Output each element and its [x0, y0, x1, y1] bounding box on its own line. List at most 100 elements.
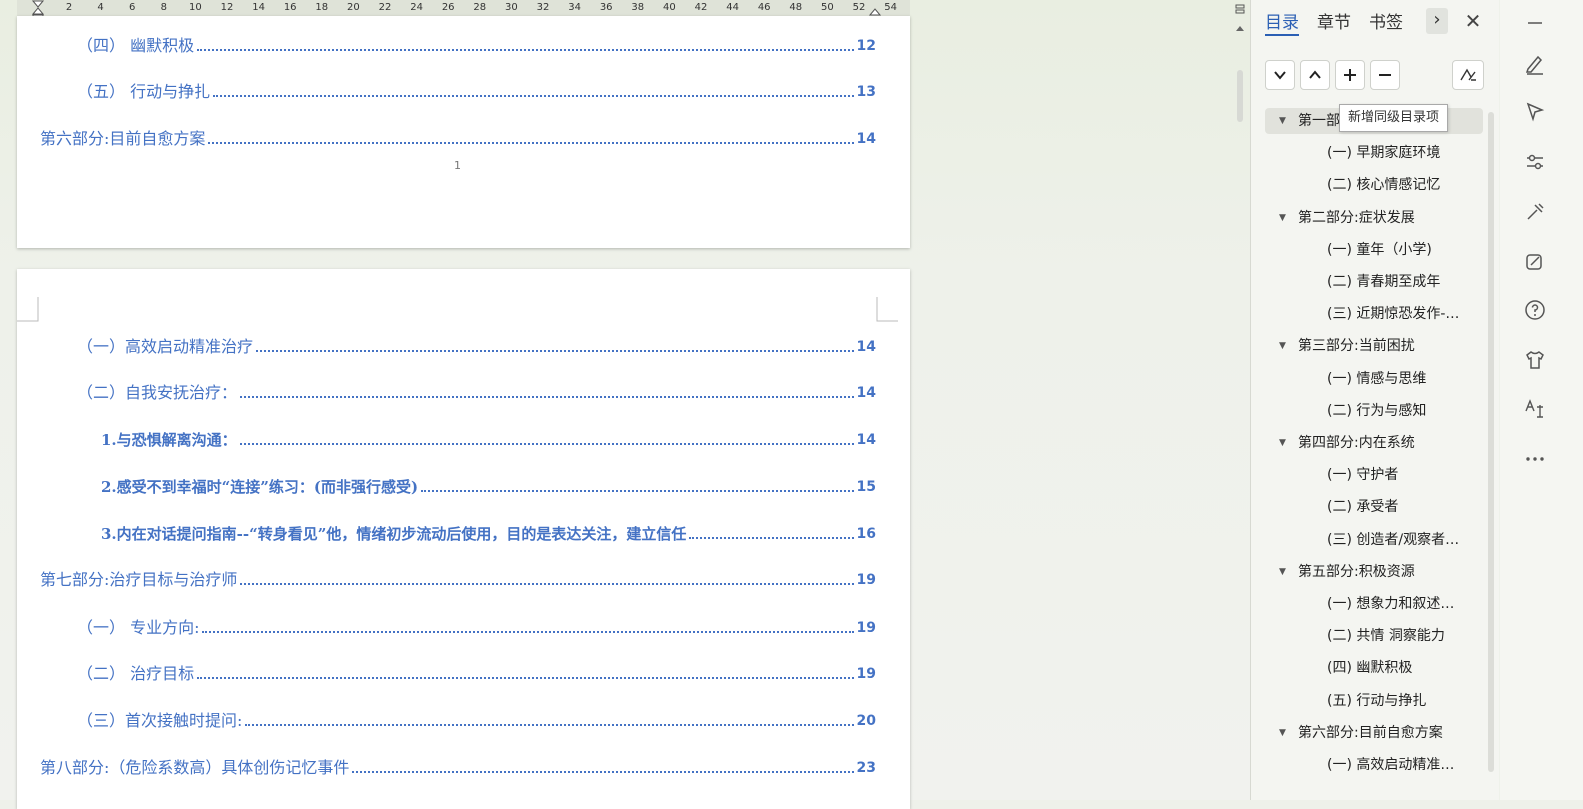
document-page-1[interactable]: （四） 幽默积极 12 （五） 行动与挣扎 13 第六部分:目前自愈方案 14 1: [17, 16, 910, 248]
toc-tree-section[interactable]: ▼ 第三部分:当前困扰: [1265, 333, 1483, 359]
toc-tree-label: (二) 共情 洞察能力: [1327, 628, 1445, 645]
help-icon[interactable]: [1523, 298, 1547, 322]
toc-entry[interactable]: （二） 治疗目标 19: [77, 664, 876, 684]
toc-tree-item[interactable]: (一) 早期家庭环境: [1265, 140, 1483, 166]
toc-leader-dots: [245, 724, 854, 726]
tab-chapters[interactable]: 章节: [1317, 8, 1351, 36]
toc-tree-label: (四) 幽默积极: [1327, 660, 1413, 677]
toc-entry[interactable]: （一） 专业方向: 19: [77, 618, 876, 638]
toc-tree-label: (一) 早期家庭环境: [1327, 145, 1441, 162]
remove-item-button[interactable]: [1370, 60, 1400, 90]
toc-entry[interactable]: （五） 行动与挣扎 13: [77, 82, 876, 102]
ruler-tick: 14: [252, 2, 265, 13]
toc-tree-label: (二) 青春期至成年: [1327, 274, 1441, 290]
toc-tree-item[interactable]: (一) 守护者: [1265, 462, 1483, 488]
tshirt-icon[interactable]: [1523, 348, 1547, 372]
document-scrollbar[interactable]: [1232, 0, 1248, 800]
toc-tree-label: (二) 承受者: [1327, 499, 1399, 516]
ruler-tick: 16: [283, 2, 297, 13]
toc-entry[interactable]: 第八部分:（危险系数高）具体创伤记忆事件 23: [40, 758, 876, 778]
tab-bookmarks[interactable]: 书签: [1369, 8, 1403, 36]
document-page-2[interactable]: （一）高效启动精准治疗 14 （二）自我安抚治疗： 14 1.与恐惧解离沟通： 14 2.感…: [17, 269, 910, 809]
toc-entry-page: 19: [856, 666, 876, 682]
toc-tree-item[interactable]: (一) 高效启动精准…: [1265, 752, 1483, 778]
toc-tree-section[interactable]: ▼ 第四部分:内在系统: [1265, 430, 1483, 456]
horizontal-ruler[interactable]: 2 4 6 8 10 12 14 16 18 20 22 24 26 28 30 32 34 36 38 40 42 44…: [17, 0, 910, 26]
indent-marker-left[interactable]: [32, 0, 44, 26]
toc-entry[interactable]: （三）首次接触时提问: 20: [77, 711, 876, 731]
toc-tree-section[interactable]: ▼ 第六部分:目前自愈方案: [1265, 720, 1483, 746]
toc-leader-dots: [213, 95, 854, 97]
toc-tree-label: 第二部分:症状发展: [1298, 209, 1415, 226]
toc-entry-text: （一） 专业方向:: [77, 618, 200, 637]
ruler-tick: 2: [65, 2, 73, 13]
collapse-arrow-icon[interactable]: ▼: [1279, 559, 1286, 585]
tools-icon[interactable]: [1523, 200, 1547, 224]
ai-writing-icon[interactable]: [1523, 250, 1547, 274]
indent-marker-right[interactable]: [869, 0, 881, 16]
move-down-button[interactable]: [1265, 60, 1295, 90]
toc-tree-label: (三) 近期惊恐发作-…: [1327, 306, 1460, 323]
toc-tree-item[interactable]: (二) 共情 洞察能力: [1265, 623, 1483, 649]
smart-toc-button[interactable]: [1452, 60, 1484, 90]
toc-entry[interactable]: （四） 幽默积极 12: [77, 36, 876, 56]
ruler-tick: 44: [726, 2, 739, 13]
toc-entry[interactable]: 第七部分:治疗目标与治疗师 19: [40, 570, 876, 590]
collapse-arrow-icon[interactable]: ▼: [1279, 205, 1286, 231]
toc-entry-page: 23: [856, 760, 876, 776]
chevron-up-icon: [1309, 70, 1321, 79]
toc-leader-dots: [240, 396, 854, 398]
pen-icon[interactable]: [1523, 52, 1547, 76]
move-up-button[interactable]: [1300, 60, 1330, 90]
ruler-tick: 12: [220, 2, 234, 13]
toc-entry[interactable]: 第六部分:目前自愈方案 14: [40, 129, 876, 149]
toc-tree-label: (五) 行动与挣扎: [1327, 692, 1427, 709]
toc-tree-item[interactable]: (一) 想象力和叙述…: [1265, 591, 1483, 617]
ruler-tick: 48: [789, 2, 803, 13]
minimize-icon[interactable]: [1523, 10, 1547, 34]
close-icon[interactable]: ✕: [1461, 8, 1485, 34]
toc-tree-item[interactable]: (五) 行动与挣扎: [1265, 688, 1483, 714]
toc-tree-section[interactable]: ▼ 第二部分:症状发展: [1265, 205, 1483, 231]
split-view-icon[interactable]: [1234, 3, 1246, 15]
toc-entry[interactable]: （一）高效启动精准治疗 14: [77, 337, 876, 357]
translate-icon[interactable]: [1523, 397, 1547, 421]
select-cursor-icon[interactable]: [1523, 100, 1547, 124]
chevron-right-icon[interactable]: ›: [1426, 8, 1448, 34]
toc-tree-item[interactable]: (二) 承受者: [1265, 494, 1483, 520]
toc-entry-page: 12: [856, 38, 876, 54]
toc-entry-text: 3.内在对话提问指南--“转身看见”他，情绪初步流动后使用，目的是表达关注，建立…: [101, 525, 687, 543]
ruler-tick: 22: [378, 2, 392, 13]
toc-tree-item[interactable]: (三) 创造者/观察者…: [1265, 527, 1483, 553]
sliders-icon[interactable]: [1523, 150, 1547, 174]
collapse-arrow-icon[interactable]: ▼: [1279, 108, 1286, 134]
toc-entry[interactable]: 3.内在对话提问指南--“转身看见”他，情绪初步流动后使用，目的是表达关注，建立…: [101, 524, 876, 544]
toc-tree-item[interactable]: (四) 幽默积极: [1265, 655, 1483, 681]
ruler-tick: 32: [536, 2, 550, 13]
toc-tree-section[interactable]: ▼ 第五部分:积极资源: [1265, 559, 1483, 585]
toc-tree-item[interactable]: (三) 近期惊恐发作-…: [1265, 301, 1483, 327]
collapse-arrow-icon[interactable]: ▼: [1279, 333, 1286, 359]
collapse-arrow-icon[interactable]: ▼: [1279, 430, 1286, 456]
toc-tree-item[interactable]: (二) 青春期至成年: [1265, 269, 1483, 295]
toc-entry-text: （二）自我安抚治疗：: [77, 383, 238, 402]
tab-toc[interactable]: 目录: [1265, 8, 1299, 36]
add-sibling-item-button[interactable]: [1335, 60, 1365, 90]
collapse-arrow-icon[interactable]: ▼: [1279, 720, 1286, 746]
toc-entry[interactable]: 2.感受不到幸福时“连接”练习：(而非强行感受) 15: [101, 477, 876, 497]
toc-entry-page: 14: [856, 432, 876, 448]
more-icon[interactable]: [1523, 447, 1547, 471]
ruler-tick: 28: [473, 2, 487, 13]
toc-tree-item[interactable]: (二) 行为与感知: [1265, 398, 1483, 424]
scroll-up-icon[interactable]: [1235, 24, 1245, 32]
toc-tree-label: (一) 童年（小学): [1327, 241, 1432, 258]
toc-scrollbar[interactable]: [1488, 112, 1494, 772]
toc-tree-item[interactable]: (二) 核心情感记忆: [1265, 172, 1483, 198]
toc-tree-item[interactable]: (一) 情感与思维: [1265, 366, 1483, 392]
toc-entry[interactable]: （二）自我安抚治疗： 14: [77, 383, 876, 403]
scrollbar-thumb[interactable]: [1237, 70, 1243, 122]
toc-leader-dots: [421, 490, 854, 492]
ruler-tick: 42: [694, 2, 708, 13]
toc-entry[interactable]: 1.与恐惧解离沟通： 14: [101, 430, 876, 450]
toc-tree-item[interactable]: (一) 童年（小学): [1265, 237, 1483, 263]
